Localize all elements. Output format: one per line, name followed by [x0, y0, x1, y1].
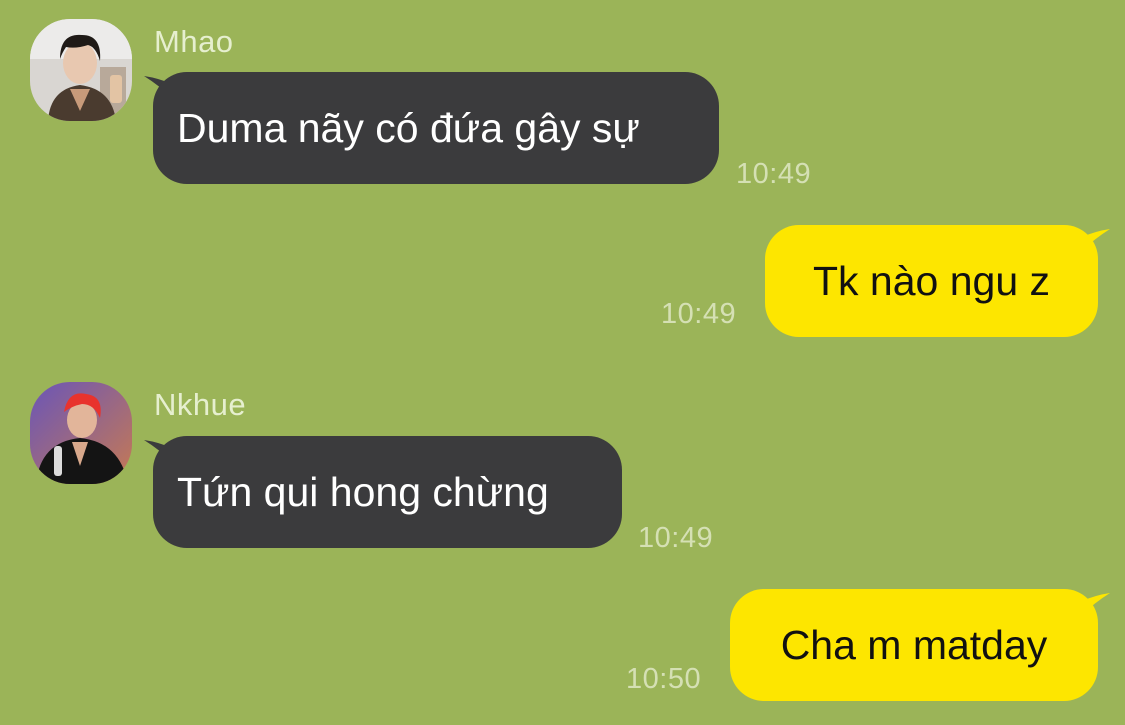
message-bubble[interactable]: Tứn qui hong chừng	[153, 436, 622, 548]
message-text: Duma nãy có đứa gây sự	[177, 104, 640, 151]
chat-thread[interactable]: Mhao Duma nãy có đứa gây sự 10:49 10:49 …	[0, 0, 1125, 725]
message-bubble[interactable]: Cha m matday	[730, 589, 1098, 701]
message-timestamp: 10:50	[626, 663, 702, 695]
message-timestamp: 10:49	[638, 522, 714, 554]
sender-name: Mhao	[154, 24, 234, 59]
message-timestamp: 10:49	[661, 298, 737, 330]
sender-name: Nkhue	[154, 387, 247, 422]
bubble-tail	[1082, 593, 1110, 615]
avatar-mhao-icon[interactable]	[30, 19, 132, 121]
message-bubble[interactable]: Tk nào ngu z	[765, 225, 1098, 337]
message-text: Tk nào ngu z	[812, 257, 1051, 304]
message-text: Cha m matday	[780, 621, 1048, 668]
message-timestamp: 10:49	[736, 158, 812, 190]
message-text: Tứn qui hong chừng	[177, 468, 549, 515]
bubble-tail	[1082, 229, 1110, 251]
message-bubble[interactable]: Duma nãy có đứa gây sự	[153, 72, 719, 184]
avatar-nkhue-icon[interactable]	[30, 382, 132, 484]
